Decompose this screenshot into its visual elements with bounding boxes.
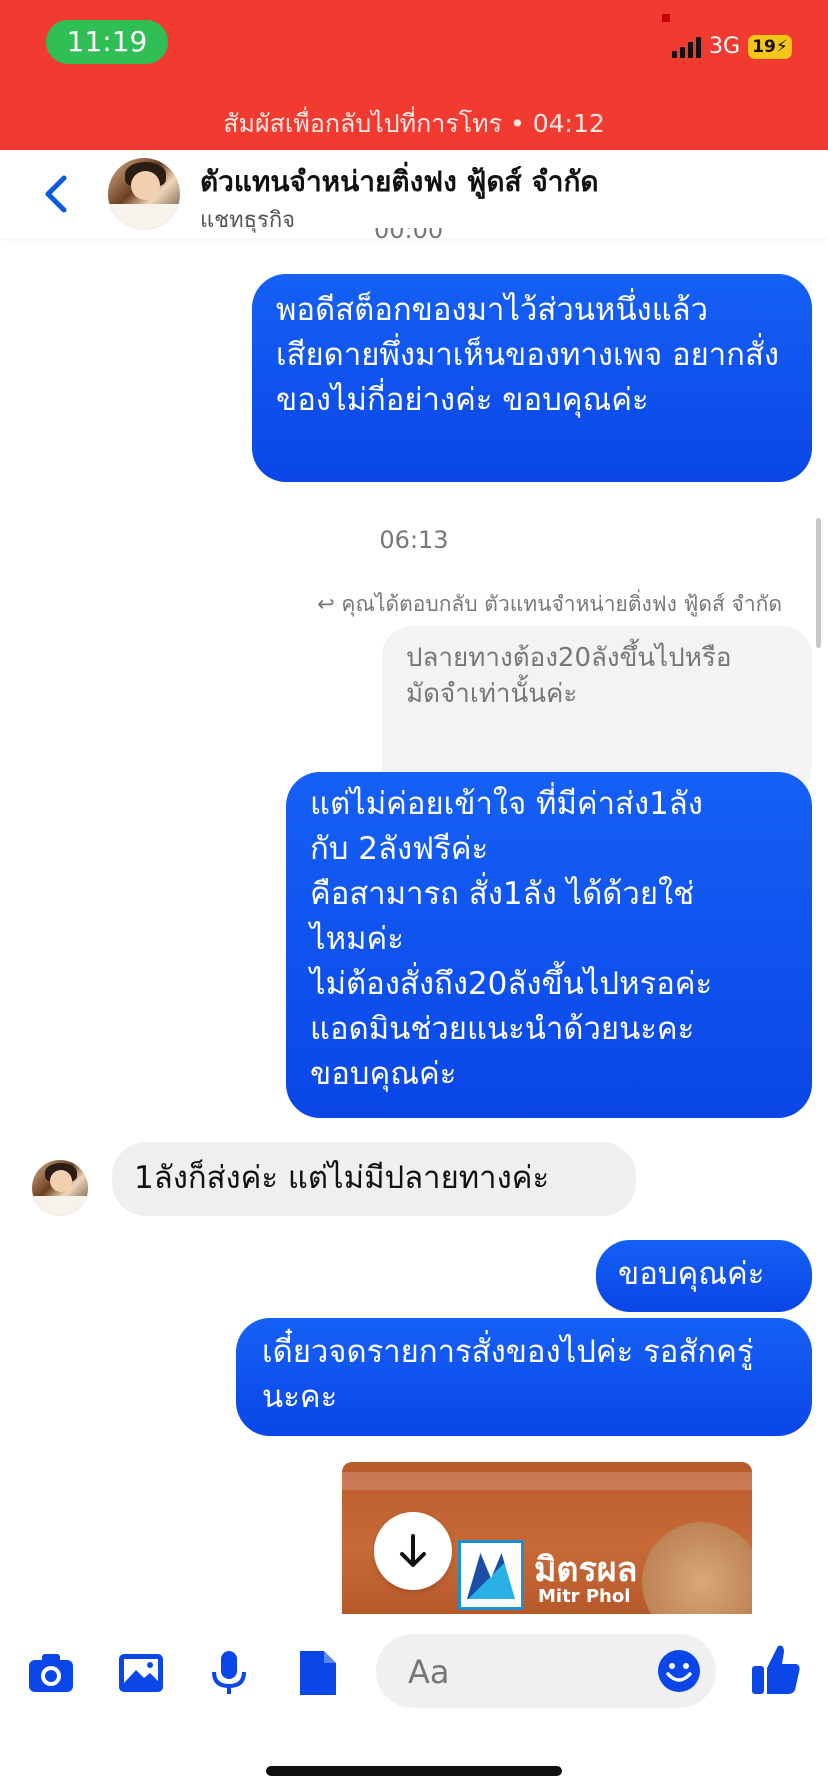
reply-note: ↩ คุณได้ตอบกลับ ตัวแทนจำหน่ายติ่งฟง ฟู้ด…: [317, 588, 782, 621]
message-line: ไม่ต้องสั่งถึง20ลังขึ้นไปหรอค่ะ: [310, 966, 713, 1002]
quoted-message[interactable]: ปลายทางต้อง20ลังขึ้นไปหรือมัดจำเท่านั้นค…: [382, 626, 812, 796]
message-line: แอดมินช่วยแนะนำด้วยนะคะ: [310, 1011, 695, 1047]
message-input[interactable]: [406, 1634, 630, 1710]
status-icons: 3G 19⚡: [671, 34, 792, 59]
call-banner[interactable]: 11:19 3G 19⚡ สัมผัสเพื่อกลับไปที่การโทร …: [0, 0, 828, 150]
scrollbar[interactable]: [816, 518, 821, 648]
timestamp: 06:13: [379, 526, 449, 554]
microphone-icon[interactable]: [204, 1648, 254, 1698]
camera-icon[interactable]: [26, 1648, 76, 1698]
outgoing-message[interactable]: ขอบคุณค่ะ: [596, 1240, 812, 1312]
signal-icon: [671, 36, 701, 58]
contact-avatar[interactable]: [108, 158, 180, 230]
outgoing-message[interactable]: แต่ไม่ค่อยเข้าใจ ที่มีค่าส่ง1ลัง กับ 2ลั…: [286, 772, 812, 1118]
reply-arrow-icon: ↩: [317, 592, 335, 616]
clipped-timestamp: 00:00: [374, 228, 454, 240]
scroll-down-button[interactable]: [374, 1512, 452, 1590]
package-edge: [342, 1472, 752, 1490]
sender-avatar[interactable]: [32, 1160, 88, 1216]
incoming-message[interactable]: 1ลังก็ส่งค่ะ แต่ไม่มีปลายทางค่ะ: [112, 1142, 636, 1216]
arrow-down-icon: [400, 1534, 426, 1567]
home-indicator[interactable]: [266, 1766, 562, 1776]
brand-name-english: Mitr Phol: [538, 1586, 631, 1607]
message-input-container[interactable]: [376, 1634, 716, 1710]
message-line: ขอบคุณค่ะ: [310, 1056, 457, 1092]
recording-indicator: [662, 14, 670, 22]
back-chevron-icon[interactable]: [36, 170, 76, 218]
battery-icon: 19⚡: [748, 34, 792, 59]
composer-toolbar: [0, 1614, 828, 1734]
status-time: 11:19: [46, 20, 168, 64]
outgoing-message[interactable]: พอดีสต็อกของมาไว้ส่วนหนึ่งแล้ว เสียดายพึ…: [252, 274, 812, 482]
battery-level: 19: [752, 36, 776, 57]
message-line: ไหมค่ะ: [310, 921, 404, 957]
network-label: 3G: [708, 34, 740, 59]
message-line: กับ 2ลังฟรีค่ะ: [310, 831, 489, 867]
message-line: แต่ไม่ค่อยเข้าใจ ที่มีค่าส่ง1ลัง: [310, 786, 703, 822]
thumbs-up-icon[interactable]: [750, 1642, 802, 1698]
contact-subtitle: แชทธุรกิจ: [200, 208, 296, 233]
contact-name[interactable]: ตัวแทนจำหน่ายติ่งฟง ฟู้ดส์ จำกัด: [200, 160, 599, 204]
reply-note-text: คุณได้ตอบกลับ ตัวแทนจำหน่ายติ่งฟง ฟู้ดส์…: [341, 592, 782, 616]
emoji-icon[interactable]: [656, 1648, 702, 1694]
gallery-icon[interactable]: [116, 1648, 166, 1698]
return-to-call-text[interactable]: สัมผัสเพื่อกลับไปที่การโทร • 04:12: [0, 104, 828, 144]
brand-logo: [458, 1540, 524, 1610]
outgoing-message[interactable]: เดี๋ยวจดรายการสั่งของไปค่ะ รอสักครู่นะคะ: [236, 1318, 812, 1436]
message-line: คือสามารถ สั่ง1ลัง ได้ด้วยใช่: [310, 876, 695, 912]
document-icon[interactable]: [292, 1648, 342, 1698]
chat-header: ตัวแทนจำหน่ายติ่งฟง ฟู้ดส์ จำกัด แชทธุรก…: [0, 150, 828, 238]
